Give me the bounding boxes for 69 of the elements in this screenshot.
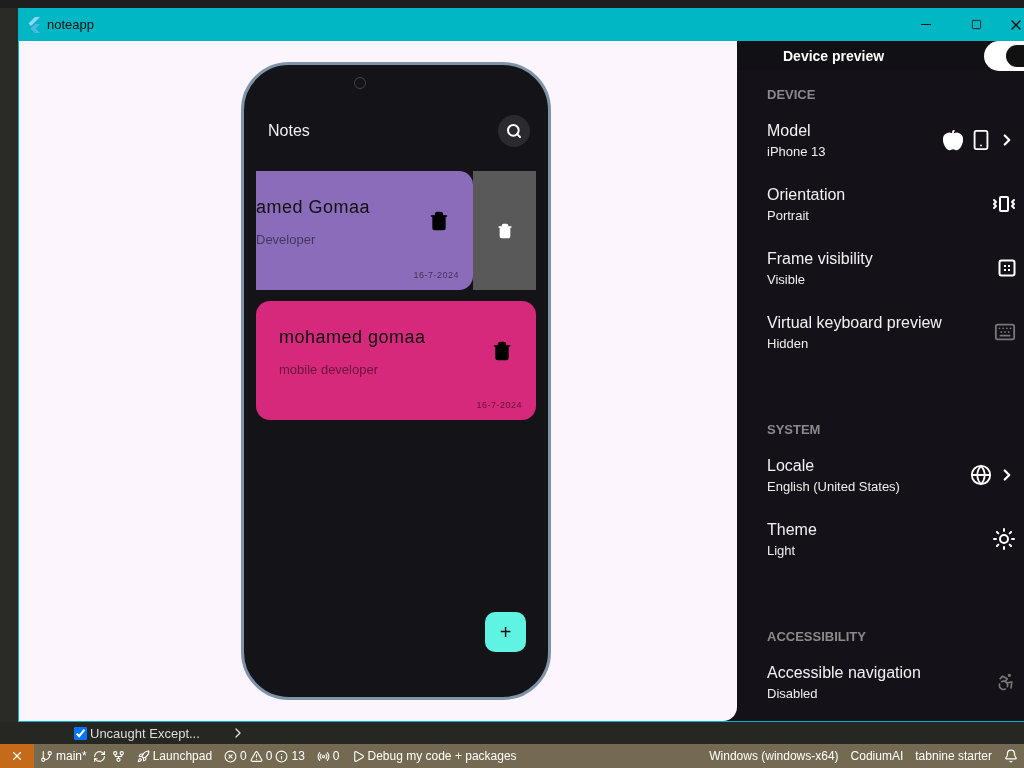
remote-icon xyxy=(10,749,24,763)
setting-value: Hidden xyxy=(767,335,810,351)
rocket-icon[interactable] xyxy=(136,749,150,763)
section-heading: ACCESSIBILITY xyxy=(767,629,867,644)
setting-value: Light xyxy=(767,542,797,558)
tabnine-item[interactable]: tabnine starter xyxy=(909,749,998,763)
keyboard-icon xyxy=(994,321,1016,343)
delete-button[interactable] xyxy=(492,341,512,361)
debug-label[interactable]: Debug my code + packages xyxy=(367,749,517,763)
app-title: Notes xyxy=(268,122,310,140)
setting-label: Model xyxy=(767,121,812,140)
note-title: mohamed gomaa xyxy=(279,327,427,348)
setting-label: Locale xyxy=(767,456,816,475)
note-subtitle: mobile developer xyxy=(279,362,379,377)
setting-value: Portrait xyxy=(767,207,810,223)
setting-label: Frame visibility xyxy=(767,249,874,268)
add-note-button[interactable]: + xyxy=(485,612,526,652)
search-icon xyxy=(506,123,522,139)
info-count[interactable]: 13 xyxy=(291,749,305,763)
platform-item[interactable]: Windows (windows-x64) xyxy=(703,749,845,763)
window-title: noteapp xyxy=(47,17,95,32)
note-card[interactable]: mohamed gomaa mobile developer 16-7-2024 xyxy=(256,301,536,420)
maximize-icon xyxy=(970,19,982,30)
sun-icon xyxy=(992,527,1016,551)
checkbox-label: Uncaught Except... xyxy=(90,725,200,741)
note-subtitle: Developer xyxy=(256,232,317,247)
grid-icon xyxy=(998,259,1016,277)
info-icon[interactable] xyxy=(275,749,289,763)
globe-icon xyxy=(970,464,992,486)
flutter-logo-icon xyxy=(27,16,41,33)
note-date: 16-7-2024 xyxy=(476,400,522,410)
section-heading: DEVICE xyxy=(767,87,817,102)
setting-label: Virtual keyboard preview xyxy=(767,313,943,332)
checkbox[interactable] xyxy=(74,726,87,740)
note-card[interactable]: amed Gomaa Developer 16-7-2024 xyxy=(256,171,473,290)
trash-icon xyxy=(492,341,512,361)
setting-label: Accessible navigation xyxy=(767,663,922,682)
launchpad-label[interactable]: Launchpad xyxy=(152,749,213,763)
setting-label: Orientation xyxy=(767,185,847,204)
note-date: 16-7-2024 xyxy=(413,270,459,280)
warning-icon[interactable] xyxy=(249,749,263,763)
setting-value: iPhone 13 xyxy=(767,143,827,159)
error-icon[interactable] xyxy=(224,749,238,763)
error-count[interactable]: 0 xyxy=(240,749,247,763)
codium-item[interactable]: CodiumAI xyxy=(844,749,910,763)
delete-button[interactable] xyxy=(429,211,449,231)
setting-label: Theme xyxy=(767,520,818,539)
accessibility-icon xyxy=(996,672,1016,692)
note-title: amed Gomaa xyxy=(256,197,372,218)
minimize-icon xyxy=(921,24,931,25)
branch-name[interactable]: main* xyxy=(56,749,87,763)
sync-icon[interactable] xyxy=(92,749,106,763)
branch-icon[interactable] xyxy=(40,749,53,763)
notifications-icon[interactable] xyxy=(1004,749,1018,763)
broadcast-icon[interactable] xyxy=(316,749,330,763)
toggle-switch[interactable] xyxy=(984,41,1024,71)
section-heading: SYSTEM xyxy=(767,422,822,437)
search-button[interactable] xyxy=(498,115,530,147)
panel-title: Device preview xyxy=(783,48,886,64)
ports-count[interactable]: 0 xyxy=(332,749,340,763)
setting-value: Visible xyxy=(767,271,807,287)
trash-icon xyxy=(496,222,513,239)
setting-value: Disabled xyxy=(767,685,819,701)
apple-icon xyxy=(942,129,964,151)
setting-value: English (United States) xyxy=(767,478,901,494)
play-icon[interactable] xyxy=(351,749,365,763)
source-graph-icon[interactable] xyxy=(111,749,125,763)
warning-count[interactable]: 0 xyxy=(265,749,273,763)
trash-icon xyxy=(429,211,449,231)
